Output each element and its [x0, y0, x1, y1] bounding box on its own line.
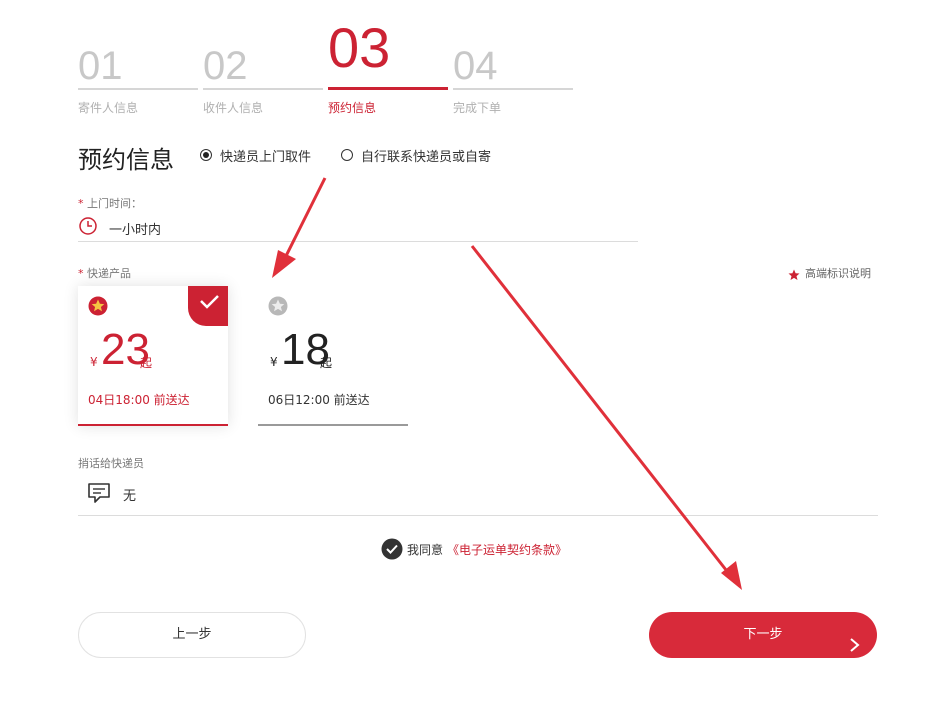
- premium-badge-icon: [88, 296, 108, 320]
- pickup-time-label-text: 上门时间：: [87, 197, 142, 210]
- pickup-time-underline: [78, 241, 638, 242]
- radio-courier-pickup[interactable]: 快递员上门取件: [200, 146, 330, 165]
- required-mark: *: [78, 197, 84, 210]
- next-button-label: 下一步: [743, 627, 783, 642]
- price-suffix: 起: [140, 356, 153, 370]
- message-value: 无: [123, 489, 137, 504]
- radio-self-send[interactable]: 自行联系快递员或自寄: [341, 146, 511, 165]
- step-2-label: 收件人信息: [203, 101, 264, 115]
- radio-label: 快递员上门取件: [220, 150, 312, 165]
- annotation-arrow-1-head: [272, 250, 296, 278]
- stepper: 01 寄件人信息 02 收件人信息 03 预约信息 04 完成下单: [78, 18, 578, 118]
- message-field[interactable]: 无: [78, 478, 878, 516]
- message-underline: [78, 515, 878, 516]
- step-1-line: [78, 88, 198, 90]
- currency-symbol: ¥: [90, 355, 98, 369]
- step-1-label: 寄件人信息: [78, 101, 139, 115]
- annotation-arrow-2-shaft: [470, 245, 732, 576]
- step-1-number: 01: [78, 44, 123, 88]
- step-2-line: [203, 88, 323, 90]
- delivery-time: 04日18:00 前送达: [88, 393, 190, 407]
- premium-legend-link[interactable]: 高端标识说明: [788, 265, 880, 281]
- prev-button[interactable]: 上一步: [78, 612, 306, 658]
- clock-icon: [78, 216, 98, 236]
- price-suffix: 起: [320, 356, 333, 370]
- premium-legend-text: 高端标识说明: [805, 267, 871, 280]
- step-2-number: 02: [203, 44, 248, 88]
- agreement-row: 我同意 《电子运单契约条款》: [381, 538, 601, 560]
- step-4-number: 04: [453, 44, 498, 88]
- pickup-time-field[interactable]: 一小时内: [78, 216, 638, 242]
- currency-symbol: ¥: [270, 355, 278, 369]
- agreement-text: 我同意: [407, 543, 444, 557]
- star-badge-icon: [788, 266, 800, 285]
- pickup-time-value: 一小时内: [109, 223, 162, 238]
- required-mark: *: [78, 267, 84, 280]
- pickup-time-label: * 上门时间：: [78, 195, 142, 211]
- delivery-time: 06日12:00 前送达: [268, 393, 370, 407]
- product-label-text: 快递产品: [87, 267, 131, 280]
- step-4-line: [453, 88, 573, 90]
- standard-badge-icon: [268, 296, 288, 320]
- product-card-express[interactable]: ¥ 23 起 04日18:00 前送达: [78, 286, 228, 426]
- agreement-checkbox[interactable]: [381, 538, 403, 560]
- message-label: 捎话给快递员: [78, 457, 144, 470]
- message-icon: [87, 482, 111, 508]
- selected-check-icon: [188, 286, 228, 330]
- step-4-label: 完成下单: [453, 101, 502, 115]
- arrow-right-icon: [847, 627, 861, 673]
- step-3-label: 预约信息: [328, 101, 377, 115]
- radio-label: 自行联系快递员或自寄: [361, 150, 492, 165]
- annotation-arrow-2-head: [721, 561, 742, 590]
- section-title: 预约信息: [78, 146, 174, 174]
- agreement-link[interactable]: 《电子运单契约条款》: [447, 541, 567, 558]
- step-3-line: [328, 87, 448, 90]
- next-button[interactable]: 下一步: [649, 612, 877, 658]
- step-3-number: 03: [328, 16, 391, 79]
- radio-dot[interactable]: [341, 149, 353, 161]
- radio-dot[interactable]: [200, 149, 212, 161]
- product-label: * 快递产品: [78, 265, 131, 281]
- product-card-standard[interactable]: ¥ 18 起 06日12:00 前送达: [258, 286, 408, 426]
